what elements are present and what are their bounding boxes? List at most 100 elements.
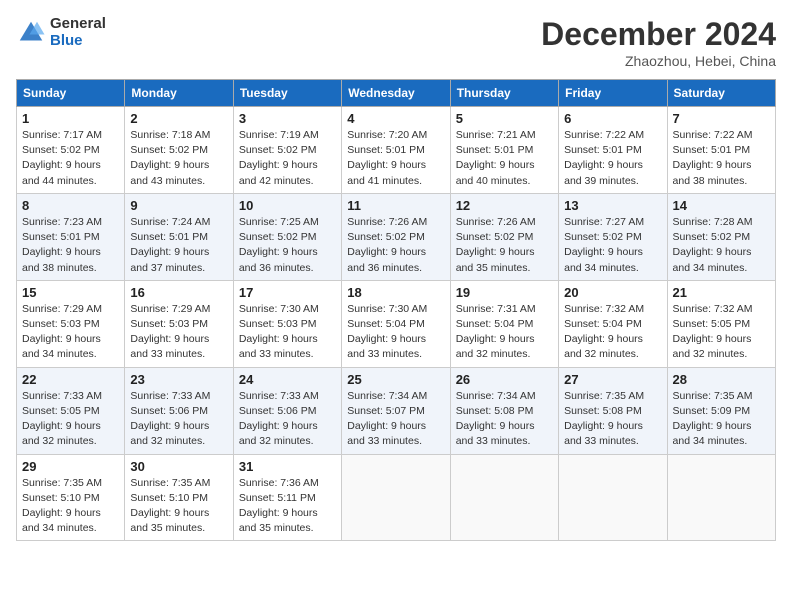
sunset-text: Sunset: 5:11 PM bbox=[239, 492, 316, 504]
daylight-text: Daylight: 9 hours and 37 minutes. bbox=[130, 246, 209, 273]
sunrise-text: Sunrise: 7:33 AM bbox=[239, 390, 319, 402]
table-row: 17 Sunrise: 7:30 AMSunset: 5:03 PMDayligh… bbox=[233, 280, 341, 367]
day-number: 20 bbox=[564, 285, 661, 300]
day-number: 31 bbox=[239, 459, 336, 474]
sunrise-text: Sunrise: 7:32 AM bbox=[673, 303, 753, 315]
daylight-text: Daylight: 9 hours and 32 minutes. bbox=[130, 420, 209, 447]
daylight-text: Daylight: 9 hours and 36 minutes. bbox=[239, 246, 318, 273]
calendar-week-row: 29 Sunrise: 7:35 AM Sunset: 5:10 PM Dayligh… bbox=[17, 454, 776, 541]
location-subtitle: Zhaozhou, Hebei, China bbox=[541, 53, 776, 69]
sunset-text: Sunset: 5:03 PM bbox=[22, 318, 100, 330]
day-number: 26 bbox=[456, 372, 553, 387]
day-number: 17 bbox=[239, 285, 336, 300]
day-info: Sunrise: 7:19 AM Sunset: 5:02 PM Daylight:… bbox=[239, 128, 336, 189]
table-row: 12Sunrise: 7:26 AMSunset: 5:02 PMDayligh… bbox=[450, 193, 558, 280]
sunrise-text: Sunrise: 7:35 AM bbox=[564, 390, 644, 402]
day-number: 23 bbox=[130, 372, 227, 387]
day-number: 5 bbox=[456, 111, 553, 126]
sunrise-text: Sunrise: 7:29 AM bbox=[22, 303, 102, 315]
day-number: 16 bbox=[130, 285, 227, 300]
daylight-text: Daylight: 9 hours and 32 minutes. bbox=[673, 333, 752, 360]
sunrise-text: Sunrise: 7:26 AM bbox=[456, 216, 536, 228]
day-number: 28 bbox=[673, 372, 770, 387]
daylight-text: Daylight: 9 hours and 32 minutes. bbox=[456, 333, 535, 360]
day-number: 10 bbox=[239, 198, 336, 213]
table-row: 20Sunrise: 7:32 AMSunset: 5:04 PMDayligh… bbox=[559, 280, 667, 367]
sunrise-text: Sunrise: 7:20 AM bbox=[347, 129, 427, 141]
sunrise-text: Sunrise: 7:32 AM bbox=[564, 303, 644, 315]
daylight-text: Daylight: 9 hours and 35 minutes. bbox=[456, 246, 535, 273]
day-number: 30 bbox=[130, 459, 227, 474]
day-number: 15 bbox=[22, 285, 119, 300]
day-number: 4 bbox=[347, 111, 444, 126]
day-info: Sunrise: 7:33 AMSunset: 5:06 PMDaylight:… bbox=[239, 389, 336, 450]
table-row: 16 Sunrise: 7:29 AMSunset: 5:03 PMDayligh… bbox=[125, 280, 233, 367]
sunrise-text: Sunrise: 7:26 AM bbox=[347, 216, 427, 228]
sunrise-text: Sunrise: 7:28 AM bbox=[673, 216, 753, 228]
day-number: 27 bbox=[564, 372, 661, 387]
table-row: 26Sunrise: 7:34 AMSunset: 5:08 PMDayligh… bbox=[450, 367, 558, 454]
sunset-text: Sunset: 5:03 PM bbox=[239, 318, 317, 330]
table-row: 30 Sunrise: 7:35 AM Sunset: 5:10 PM Dayligh… bbox=[125, 454, 233, 541]
day-info: Sunrise: 7:35 AMSunset: 5:08 PMDaylight:… bbox=[564, 389, 661, 450]
day-info: Sunrise: 7:26 AMSunset: 5:02 PMDaylight:… bbox=[347, 215, 444, 276]
logo: General Blue bbox=[16, 16, 106, 49]
title-block: December 2024 Zhaozhou, Hebei, China bbox=[541, 16, 776, 69]
day-info: Sunrise: 7:20 AMSunset: 5:01 PMDaylight:… bbox=[347, 128, 444, 189]
sunset-text: Sunset: 5:07 PM bbox=[347, 405, 425, 417]
daylight-text: Daylight: 9 hours and 42 minutes. bbox=[239, 159, 318, 186]
table-row: 15 Sunrise: 7:29 AM Sunset: 5:03 PM Dayligh… bbox=[17, 280, 125, 367]
daylight-text: Daylight: 9 hours and 34 minutes. bbox=[22, 333, 101, 360]
table-row: 1Sunrise: 7:17 AMSunset: 5:02 PMDaylight… bbox=[17, 107, 125, 194]
day-info: Sunrise: 7:35 AMSunset: 5:09 PMDaylight:… bbox=[673, 389, 770, 450]
month-title: December 2024 bbox=[541, 16, 776, 53]
day-info: Sunrise: 7:17 AMSunset: 5:02 PMDaylight:… bbox=[22, 128, 119, 189]
daylight-text: Daylight: 9 hours and 35 minutes. bbox=[239, 507, 318, 534]
sunset-text: Sunset: 5:08 PM bbox=[564, 405, 642, 417]
sunset-text: Sunset: 5:05 PM bbox=[22, 405, 100, 417]
table-row: 3Sunrise: 7:19 AMSunset: 5:02 PMDaylight… bbox=[233, 107, 341, 194]
sunset-text: Sunset: 5:02 PM bbox=[239, 231, 317, 243]
day-info: Sunrise: 7:36 AMSunset: 5:11 PMDaylight:… bbox=[239, 476, 336, 537]
day-info: Sunrise: 7:30 AMSunset: 5:04 PMDaylight:… bbox=[347, 302, 444, 363]
daylight-text: Daylight: 9 hours and 35 minutes. bbox=[130, 507, 209, 534]
col-monday: Monday bbox=[125, 80, 233, 107]
sunrise-text: Sunrise: 7:33 AM bbox=[130, 390, 210, 402]
sunrise-text: Sunrise: 7:19 AM bbox=[239, 129, 319, 141]
day-info: Sunrise: 7:29 AMSunset: 5:03 PMDaylight:… bbox=[130, 302, 227, 363]
table-row: 28 Sunrise: 7:35 AMSunset: 5:09 PMDayligh… bbox=[667, 367, 775, 454]
sunset-text: Sunset: 5:05 PM bbox=[673, 318, 751, 330]
table-row: 8Sunrise: 7:23 AMSunset: 5:01 PMDaylight… bbox=[17, 193, 125, 280]
daylight-text: Daylight: 9 hours and 38 minutes. bbox=[22, 246, 101, 273]
daylight-text: Daylight: 9 hours and 41 minutes. bbox=[347, 159, 426, 186]
daylight-text: Daylight: 9 hours and 33 minutes. bbox=[239, 333, 318, 360]
daylight-text: Daylight: 9 hours and 43 minutes. bbox=[130, 159, 209, 186]
table-row: 14Sunrise: 7:28 AMSunset: 5:02 PMDayligh… bbox=[667, 193, 775, 280]
day-number: 29 bbox=[22, 459, 119, 474]
sunset-text: Sunset: 5:10 PM bbox=[22, 492, 100, 504]
sunset-text: Sunset: 5:02 PM bbox=[564, 231, 642, 243]
sunrise-text: Sunrise: 7:35 AM bbox=[130, 477, 210, 489]
daylight-text: Daylight: 9 hours and 34 minutes. bbox=[22, 507, 101, 534]
sunrise-text: Sunrise: 7:31 AM bbox=[456, 303, 536, 315]
sunrise-text: Sunrise: 7:35 AM bbox=[673, 390, 753, 402]
calendar-header-row: Sunday Monday Tuesday Wednesday Thursday… bbox=[17, 80, 776, 107]
day-number: 24 bbox=[239, 372, 336, 387]
table-row: 19Sunrise: 7:31 AMSunset: 5:04 PMDayligh… bbox=[450, 280, 558, 367]
sunset-text: Sunset: 5:10 PM bbox=[130, 492, 208, 504]
day-info: Sunrise: 7:21 AMSunset: 5:01 PMDaylight:… bbox=[456, 128, 553, 189]
calendar-table: Sunday Monday Tuesday Wednesday Thursday… bbox=[16, 79, 776, 541]
table-row: 24 Sunrise: 7:33 AMSunset: 5:06 PMDayligh… bbox=[233, 367, 341, 454]
table-row: 10 Sunrise: 7:25 AMSunset: 5:02 PMDayligh… bbox=[233, 193, 341, 280]
daylight-text: Daylight: 9 hours and 36 minutes. bbox=[347, 246, 426, 273]
table-row: 25Sunrise: 7:34 AMSunset: 5:07 PMDayligh… bbox=[342, 367, 450, 454]
day-number: 25 bbox=[347, 372, 444, 387]
day-info: Sunrise: 7:25 AMSunset: 5:02 PMDaylight:… bbox=[239, 215, 336, 276]
day-info: Sunrise: 7:22 AMSunset: 5:01 PMDaylight:… bbox=[673, 128, 770, 189]
day-info: Sunrise: 7:30 AMSunset: 5:03 PMDaylight:… bbox=[239, 302, 336, 363]
sunset-text: Sunset: 5:02 PM bbox=[239, 144, 317, 156]
daylight-text: Daylight: 9 hours and 33 minutes. bbox=[347, 420, 426, 447]
daylight-text: Daylight: 9 hours and 40 minutes. bbox=[456, 159, 535, 186]
sunrise-text: Sunrise: 7:34 AM bbox=[456, 390, 536, 402]
sunrise-text: Sunrise: 7:29 AM bbox=[130, 303, 210, 315]
